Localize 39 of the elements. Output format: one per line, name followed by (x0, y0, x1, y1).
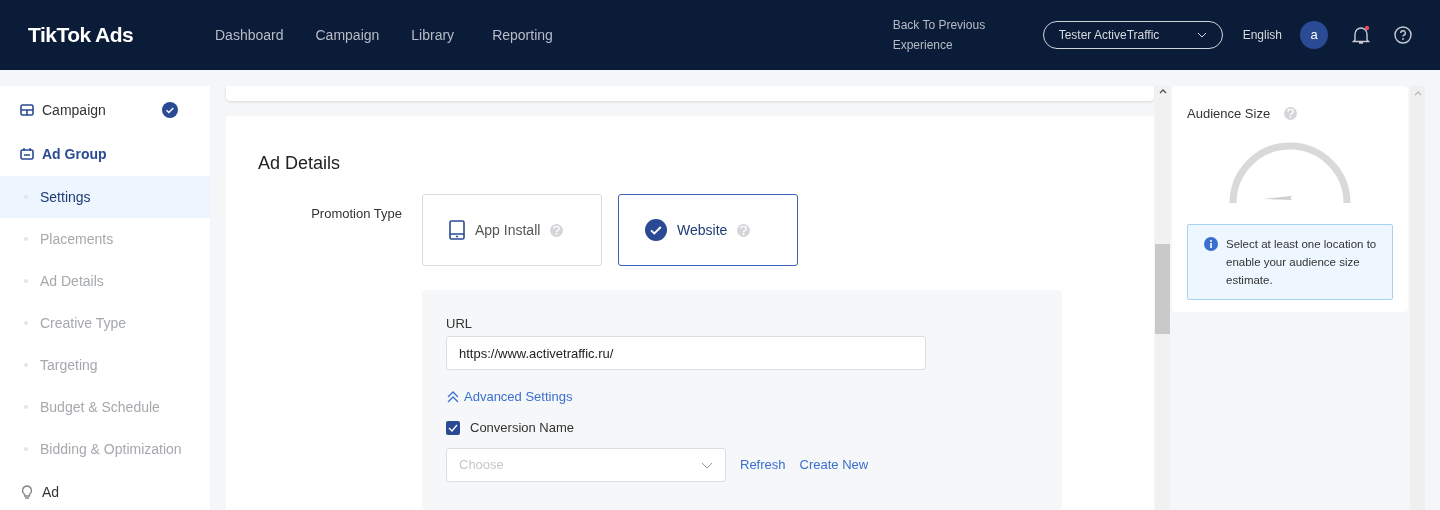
advanced-settings-link[interactable]: Advanced Settings (446, 380, 573, 414)
info-icon (1204, 236, 1218, 251)
sidebar-section[interactable]: Campaign (42, 99, 154, 121)
sidebar-section[interactable]: Ad Group (42, 143, 178, 165)
notification-bell-icon[interactable] (1352, 25, 1370, 45)
scroll-thumb[interactable] (1155, 244, 1170, 334)
lightbulb-icon (20, 485, 34, 499)
url-field[interactable]: https://www.activetraffic.ru/ (446, 336, 926, 370)
tablet-icon (449, 220, 465, 240)
double-chevron-up-icon (446, 390, 460, 404)
card-title: Audience Size (1187, 105, 1271, 123)
chevron-down-icon (701, 461, 713, 469)
sidebar-step[interactable]: Settings (0, 176, 210, 218)
back-link[interactable]: Back To Previous Experience (892, 15, 993, 55)
section-title: Ad Details (258, 152, 342, 174)
promotion-option[interactable]: App Install (422, 194, 602, 266)
field-label: URL (446, 315, 473, 332)
nav-link[interactable]: Reporting (492, 24, 553, 46)
check-circle-icon (645, 219, 667, 241)
action-link[interactable]: Refresh (740, 455, 786, 475)
sidebar-section[interactable]: Ad (42, 481, 178, 503)
help-icon[interactable] (1394, 26, 1412, 44)
field-label: Promotion Type (310, 205, 402, 223)
checkbox-label: Conversion Name (470, 419, 575, 438)
scrollbar[interactable] (1155, 86, 1170, 510)
scrollbar[interactable] (1410, 86, 1425, 510)
nav-link[interactable]: Campaign (315, 24, 380, 46)
chevron-down-icon (1196, 32, 1207, 38)
calendar-icon (20, 148, 34, 160)
nav-link[interactable]: Library (411, 24, 455, 46)
layout-icon (20, 104, 34, 116)
avatar[interactable]: a (1300, 21, 1328, 49)
action-link[interactable]: Create New (799, 455, 869, 475)
language-button[interactable]: English (1242, 26, 1282, 44)
logo[interactable]: TikTok Ads (28, 19, 215, 51)
nav-link[interactable]: Dashboard (215, 24, 284, 46)
info-message: Select at least one location to enable your audience size estimate. (1226, 236, 1378, 288)
checkbox[interactable] (446, 421, 460, 435)
promotion-option[interactable]: Website (618, 194, 798, 266)
